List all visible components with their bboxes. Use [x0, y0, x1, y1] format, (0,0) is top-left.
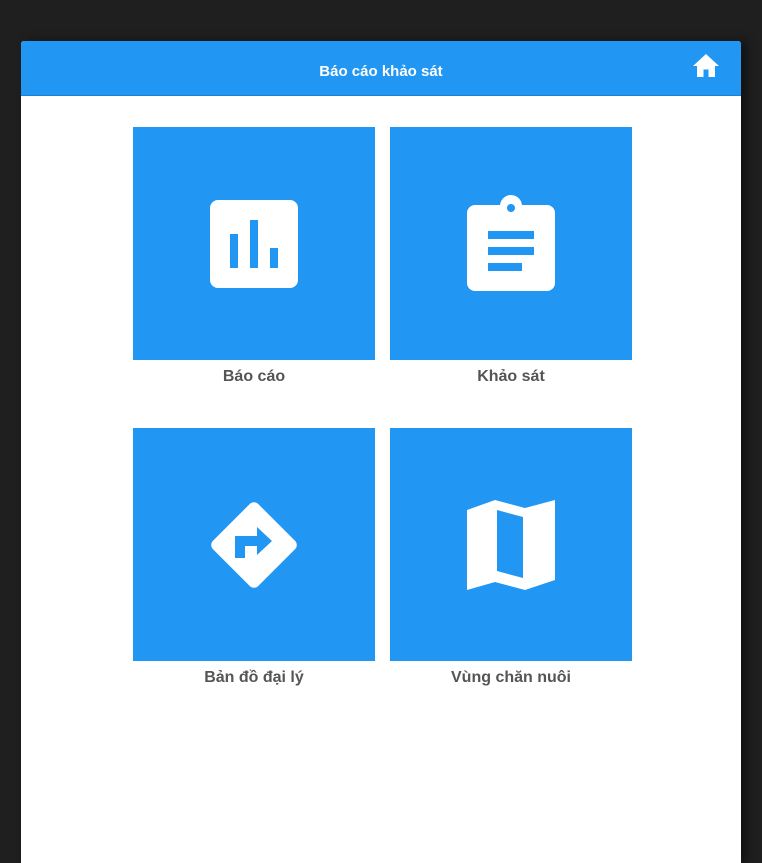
tile-khao-sat-box[interactable] — [390, 127, 632, 360]
tile-label: Vùng chăn nuôi — [451, 669, 571, 686]
tile-khao-sat[interactable]: Khảo sát — [390, 127, 632, 386]
map-icon — [467, 499, 555, 590]
directions-sign-icon — [205, 496, 303, 594]
home-button[interactable] — [691, 51, 721, 81]
bar-chart-icon — [210, 199, 298, 288]
home-icon — [691, 51, 721, 81]
tile-vung-chan-nuoi-box[interactable] — [390, 428, 632, 661]
tile-ban-do-dai-ly-box[interactable] — [133, 428, 375, 661]
page-title: Báo cáo khảo sát — [319, 63, 443, 80]
tile-ban-do-dai-ly[interactable]: Bản đồ đại lý — [133, 428, 375, 687]
clipboard-icon — [466, 194, 556, 293]
tile-label: Khảo sát — [477, 368, 545, 385]
tile-label: Báo cáo — [222, 368, 286, 385]
app-window: Báo cáo khảo sát Báo cáo Khảo sát Bản đồ… — [21, 41, 741, 863]
tile-label: Bản đồ đại lý — [204, 669, 304, 686]
header-bar: Báo cáo khảo sát — [21, 41, 741, 96]
tile-vung-chan-nuoi[interactable]: Vùng chăn nuôi — [390, 428, 632, 687]
tile-bao-cao[interactable]: Báo cáo — [133, 127, 375, 386]
tile-bao-cao-box[interactable] — [133, 127, 375, 360]
